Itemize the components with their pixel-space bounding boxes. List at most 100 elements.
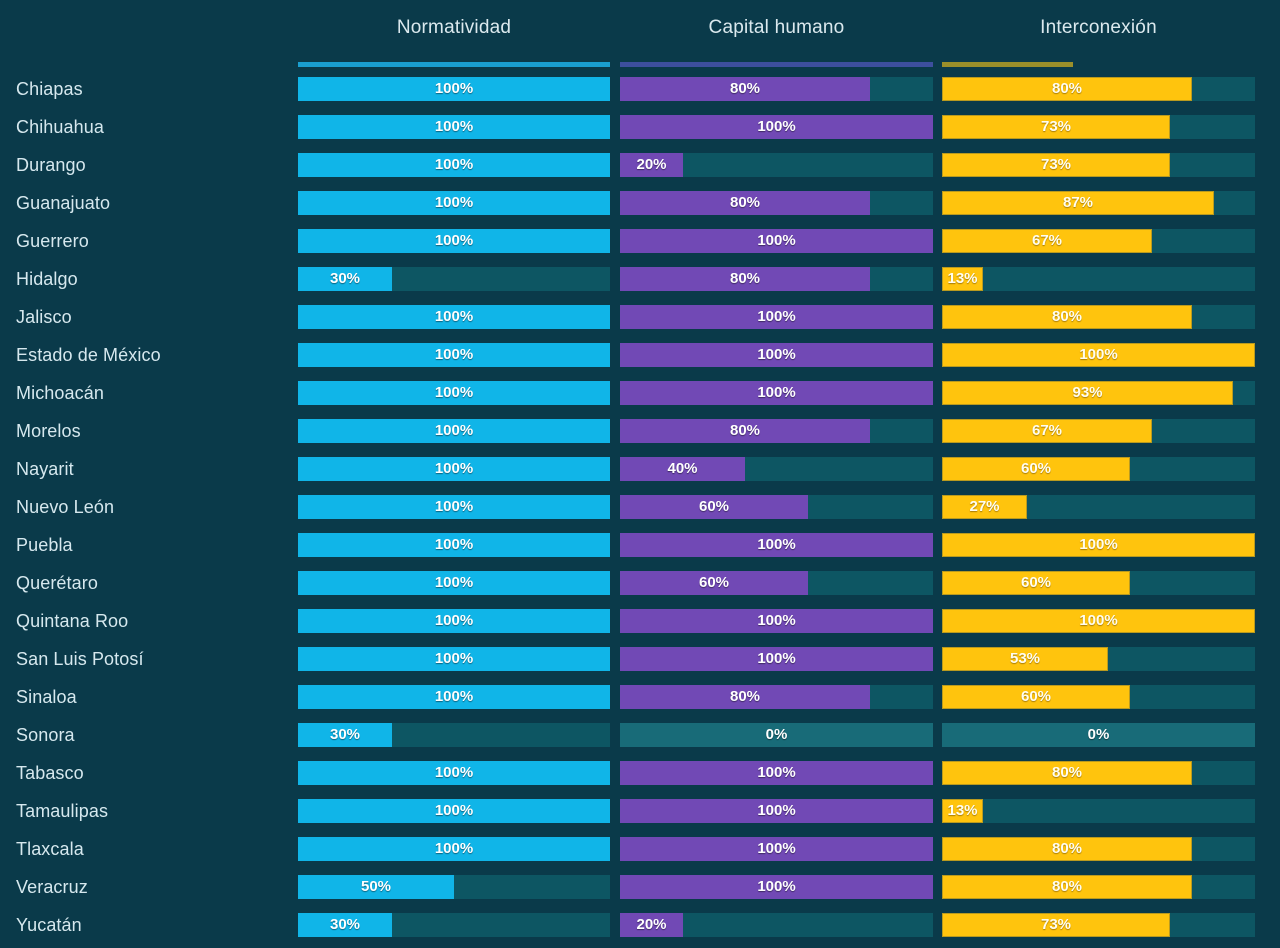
- bar-cell-interconexi-n[interactable]: 13%: [942, 267, 1255, 291]
- bar-fill: [620, 761, 933, 785]
- row-label-state: San Luis Potosí: [16, 649, 144, 669]
- bar-cell-normatividad[interactable]: 30%: [298, 913, 610, 937]
- bar-fill: [620, 305, 933, 329]
- bar-cell-interconexi-n[interactable]: 87%: [942, 191, 1255, 215]
- chart-row: Quintana Roo 100% 100% 100%: [0, 602, 1280, 640]
- bar-cell-interconexi-n[interactable]: 80%: [942, 761, 1255, 785]
- chart-row: Tabasco 100% 100% 80%: [0, 754, 1280, 792]
- bar-cell-normatividad[interactable]: 100%: [298, 609, 610, 633]
- row-label-state: Querétaro: [16, 573, 98, 593]
- bar-cell-capital-humano[interactable]: 100%: [620, 761, 933, 785]
- bar-cell-capital-humano[interactable]: 80%: [620, 685, 933, 709]
- bar-cell-capital-humano[interactable]: 100%: [620, 229, 933, 253]
- bar-cell-capital-humano[interactable]: 100%: [620, 647, 933, 671]
- bar-cell-capital-humano[interactable]: 100%: [620, 609, 933, 633]
- bar-cell-capital-humano[interactable]: 20%: [620, 153, 933, 177]
- bar-cell-interconexi-n[interactable]: 73%: [942, 115, 1255, 139]
- bar-cell-capital-humano[interactable]: 80%: [620, 191, 933, 215]
- bar-cell-normatividad[interactable]: 100%: [298, 571, 610, 595]
- bar-cell-interconexi-n[interactable]: 60%: [942, 685, 1255, 709]
- bar-cell-capital-humano[interactable]: 100%: [620, 115, 933, 139]
- bar-cell-capital-humano[interactable]: 100%: [620, 875, 933, 899]
- bar-cell-capital-humano[interactable]: 100%: [620, 305, 933, 329]
- bar-cell-normatividad[interactable]: 100%: [298, 381, 610, 405]
- bar-cell-normatividad[interactable]: 100%: [298, 229, 610, 253]
- bar-cell-normatividad[interactable]: 100%: [298, 837, 610, 861]
- bar-cell-capital-humano[interactable]: 100%: [620, 799, 933, 823]
- bar-cell-interconexi-n[interactable]: 80%: [942, 837, 1255, 861]
- bar-cell-interconexi-n[interactable]: 60%: [942, 457, 1255, 481]
- bar-cell-interconexi-n[interactable]: 100%: [942, 533, 1255, 557]
- bar-fill: [298, 115, 610, 139]
- column-header-capital-humano: Capital humano: [708, 17, 845, 38]
- bar-fill: [298, 913, 392, 937]
- bar-fill: [620, 343, 933, 367]
- bar-cell-normatividad[interactable]: 100%: [298, 191, 610, 215]
- bar-cell-capital-humano[interactable]: 100%: [620, 533, 933, 557]
- bar-cell-capital-humano[interactable]: 80%: [620, 77, 933, 101]
- bar-cell-normatividad[interactable]: 100%: [298, 685, 610, 709]
- row-label-state: Nuevo León: [16, 497, 115, 517]
- bar-cell-capital-humano[interactable]: 100%: [620, 837, 933, 861]
- bar-cell-normatividad[interactable]: 100%: [298, 343, 610, 367]
- bar-fill: [620, 685, 870, 709]
- bar-cell-interconexi-n[interactable]: 67%: [942, 419, 1255, 443]
- bar-cell-normatividad[interactable]: 100%: [298, 77, 610, 101]
- bar-cell-normatividad[interactable]: 100%: [298, 457, 610, 481]
- progress-bar-matrix: Normatividad Capital humano Interconexió…: [0, 0, 1280, 948]
- column-header-normatividad: Normatividad: [396, 17, 512, 38]
- bar-cell-interconexi-n[interactable]: 27%: [942, 495, 1255, 519]
- bar-cell-capital-humano[interactable]: 80%: [620, 419, 933, 443]
- bar-cell-interconexi-n[interactable]: 80%: [942, 305, 1255, 329]
- bar-cell-normatividad[interactable]: 100%: [298, 495, 610, 519]
- row-label-state: Jalisco: [16, 307, 72, 327]
- bar-cell-interconexi-n[interactable]: 53%: [942, 647, 1255, 671]
- bar-cell-interconexi-n[interactable]: 93%: [942, 381, 1255, 405]
- bar-cell-normatividad[interactable]: 100%: [298, 419, 610, 443]
- bar-cell-interconexi-n[interactable]: 13%: [942, 799, 1255, 823]
- bar-fill: [298, 571, 610, 595]
- bar-cell-capital-humano[interactable]: 60%: [620, 571, 933, 595]
- bar-cell-capital-humano[interactable]: 20%: [620, 913, 933, 937]
- bar-cell-interconexi-n[interactable]: 100%: [942, 343, 1255, 367]
- bar-fill: [298, 305, 610, 329]
- bar-cell-normatividad[interactable]: 100%: [298, 647, 610, 671]
- bar-fill: [942, 229, 1152, 253]
- bar-fill: [942, 191, 1214, 215]
- bar-cell-normatividad[interactable]: 100%: [298, 761, 610, 785]
- bar-cell-interconexi-n[interactable]: 80%: [942, 875, 1255, 899]
- bar-fill: [942, 457, 1130, 481]
- bar-cell-normatividad[interactable]: 30%: [298, 723, 610, 747]
- row-label-state: Durango: [16, 155, 86, 175]
- chart-row: Hidalgo 30% 80% 13%: [0, 260, 1280, 298]
- bar-cell-normatividad[interactable]: 50%: [298, 875, 610, 899]
- bar-fill: [620, 191, 870, 215]
- row-label-state: Quintana Roo: [16, 611, 129, 631]
- bar-cell-interconexi-n[interactable]: 73%: [942, 913, 1255, 937]
- bar-fill: [298, 267, 392, 291]
- bar-cell-normatividad[interactable]: 100%: [298, 153, 610, 177]
- bar-fill: [620, 267, 870, 291]
- row-label-state: Yucatán: [16, 915, 82, 935]
- bar-cell-normatividad[interactable]: 100%: [298, 305, 610, 329]
- bar-cell-interconexi-n[interactable]: 60%: [942, 571, 1255, 595]
- bar-cell-normatividad[interactable]: 100%: [298, 533, 610, 557]
- bar-cell-interconexi-n[interactable]: 67%: [942, 229, 1255, 253]
- bar-cell-normatividad[interactable]: 30%: [298, 267, 610, 291]
- bar-fill: [942, 153, 1170, 177]
- bar-cell-interconexi-n[interactable]: 100%: [942, 609, 1255, 633]
- bar-cell-capital-humano[interactable]: 80%: [620, 267, 933, 291]
- bar-cell-interconexi-n[interactable]: 73%: [942, 153, 1255, 177]
- bar-cell-capital-humano[interactable]: 0%: [620, 723, 933, 747]
- bar-cell-capital-humano[interactable]: 100%: [620, 343, 933, 367]
- bar-cell-normatividad[interactable]: 100%: [298, 115, 610, 139]
- bar-cell-interconexi-n[interactable]: 80%: [942, 77, 1255, 101]
- bar-cell-capital-humano[interactable]: 40%: [620, 457, 933, 481]
- bar-cell-normatividad[interactable]: 100%: [298, 799, 610, 823]
- bar-cell-interconexi-n[interactable]: 0%: [942, 723, 1255, 747]
- chart-rows: Chiapas 100% 80% 80% Chihuahua 100% 100% 73% Dur…: [0, 70, 1280, 944]
- chart-row: Guerrero 100% 100% 67%: [0, 222, 1280, 260]
- bar-cell-capital-humano[interactable]: 100%: [620, 381, 933, 405]
- bar-cell-capital-humano[interactable]: 60%: [620, 495, 933, 519]
- bar-fill: [298, 761, 610, 785]
